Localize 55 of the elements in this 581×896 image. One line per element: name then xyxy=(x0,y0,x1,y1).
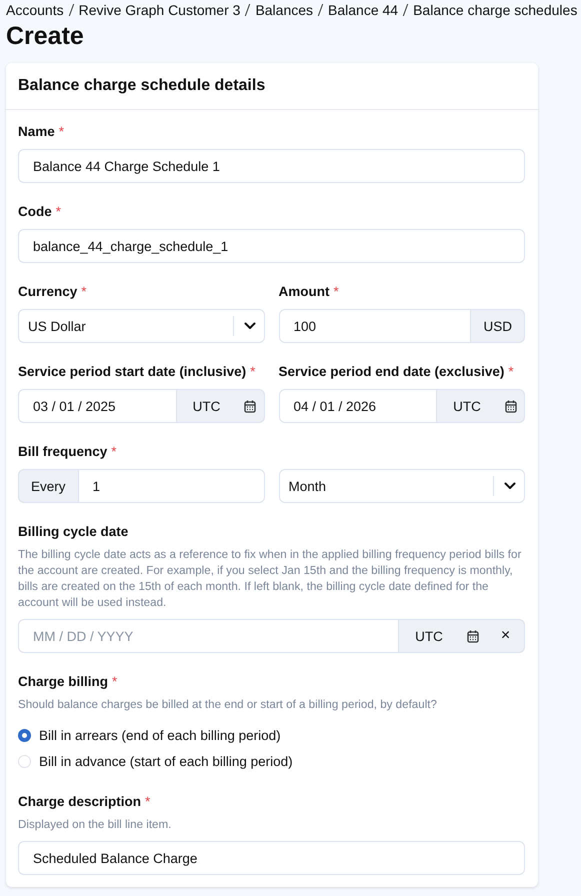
required-mark: * xyxy=(58,123,64,141)
required-mark: * xyxy=(508,363,514,381)
breadcrumb-link[interactable]: Balance 44 xyxy=(328,2,398,18)
page-title: Create xyxy=(6,21,85,51)
required-mark: * xyxy=(112,673,118,691)
calendar-icon xyxy=(504,400,516,412)
input-field[interactable]: Scheduled Balance Charge xyxy=(18,841,525,875)
field-label: Code xyxy=(18,203,52,221)
option-label[interactable]: Bill in advance (start of each billing period) xyxy=(39,754,293,768)
required-mark: * xyxy=(111,443,117,461)
field-label: Currency xyxy=(18,283,78,301)
required-mark: * xyxy=(334,283,339,301)
breadcrumb-link[interactable]: Balance charge schedules xyxy=(413,2,578,18)
required-mark: * xyxy=(250,363,256,381)
field-label: Name xyxy=(18,123,55,141)
required-mark: * xyxy=(145,793,150,811)
timezone-label: UTC xyxy=(437,389,497,423)
input-field[interactable]: MM / DD / YYYY xyxy=(18,619,399,653)
field-label: Billing cycle date xyxy=(18,523,128,541)
required-mark: * xyxy=(56,203,62,221)
prefix-label: Every xyxy=(18,469,78,503)
input-field[interactable]: 04 / 01 / 2026 xyxy=(278,389,437,423)
breadcrumb-link[interactable]: Revive Graph Customer 3 xyxy=(78,2,240,18)
timezone-label: UTC xyxy=(176,389,236,423)
radio-button[interactable] xyxy=(18,728,31,742)
field-label: Service period end date (exclusive) xyxy=(278,363,504,381)
breadcrumb-link[interactable]: Balances xyxy=(255,2,314,18)
field-label: Bill frequency xyxy=(18,443,108,461)
timezone-label: UTC xyxy=(399,619,459,653)
calendar-icon xyxy=(244,400,256,412)
card-title: Balance charge schedule details xyxy=(18,77,266,95)
dropdown[interactable]: Month xyxy=(278,469,525,503)
required-mark: * xyxy=(81,283,87,301)
help-text: Should balance charges be billed at the end or start of a billing period, by default? xyxy=(18,697,438,713)
breadcrumb-link[interactable]: Accounts xyxy=(6,2,64,18)
calendar-button[interactable] xyxy=(497,389,525,423)
help-text: The billing cycle date acts as a reference to fix when in the applied billing frequency period bills for the account are created. For example, if you select Jan 15th and the billing frequency is monthly, bills are created on the 15th of each month. If left blank, the billing cycle date defined for the account will be used instead. xyxy=(18,547,522,611)
field-label: Charge billing xyxy=(18,673,108,691)
calendar-icon xyxy=(467,630,479,642)
option-label[interactable]: Bill in arrears (end of each billing period) xyxy=(39,728,281,742)
dropdown[interactable]: US Dollar xyxy=(18,309,264,343)
chevron-icon xyxy=(244,322,256,330)
clear-button[interactable]: × xyxy=(487,619,525,653)
chevron-icon xyxy=(504,482,516,490)
input-field[interactable]: 03 / 01 / 2025 xyxy=(18,389,176,423)
calendar-button[interactable] xyxy=(236,389,264,423)
input-field[interactable]: Balance 44 Charge Schedule 1 xyxy=(18,149,525,183)
field-label: Charge description xyxy=(18,793,142,811)
field-label: Service period start date (inclusive) xyxy=(18,363,246,381)
help-text: Displayed on the bill line item. xyxy=(18,817,172,833)
input-field[interactable]: balance_44_charge_schedule_1 xyxy=(18,229,525,263)
field-label: Amount xyxy=(278,283,330,301)
currency-label: USD xyxy=(471,309,525,343)
input-field[interactable]: 100 xyxy=(278,309,472,343)
input-field[interactable]: 1 xyxy=(78,469,264,503)
